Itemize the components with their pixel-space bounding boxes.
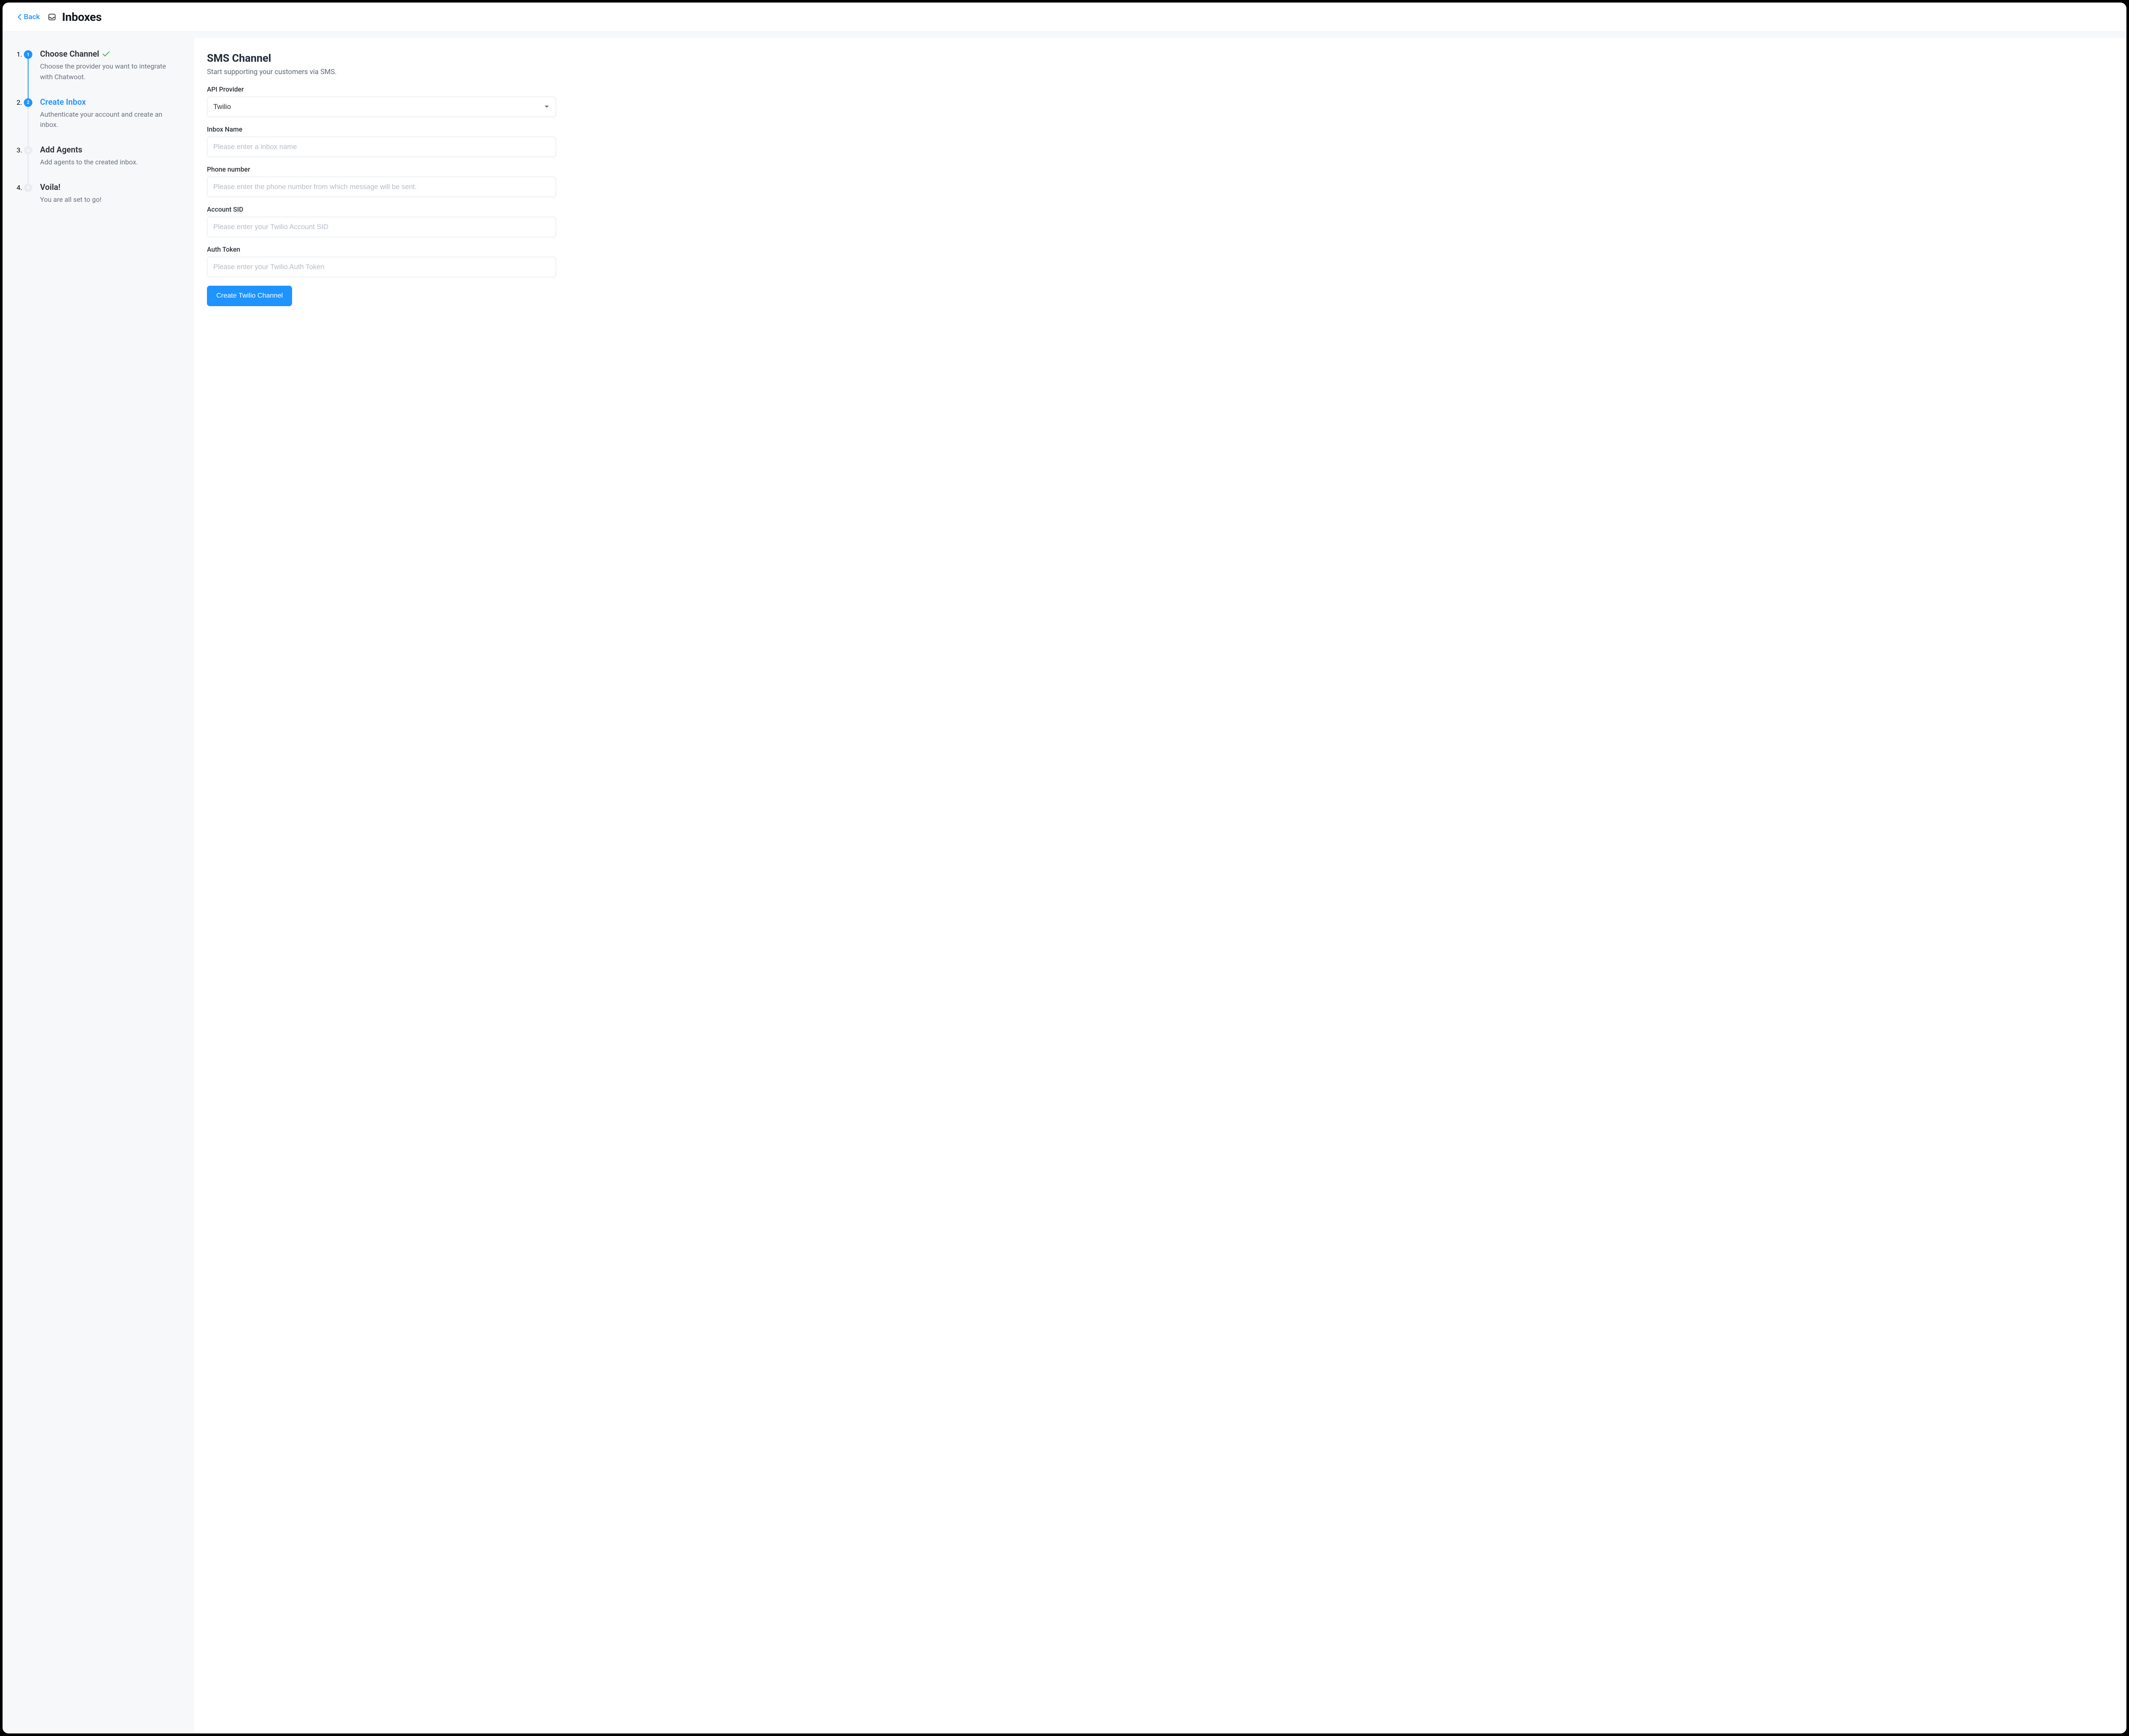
step-create-inbox[interactable]: 2 Create Inbox Authenticate your account… — [24, 97, 177, 145]
step-number-badge: 3 — [24, 146, 32, 155]
page-title: Inboxes — [62, 10, 102, 24]
field-account-sid: Account SID — [207, 206, 556, 237]
channel-form: SMS Channel Start supporting your custom… — [207, 52, 556, 306]
create-channel-button[interactable]: Create Twilio Channel — [207, 286, 292, 306]
field-auth-token: Auth Token — [207, 246, 556, 277]
step-add-agents[interactable]: 3 Add Agents Add agents to the created i… — [24, 145, 177, 182]
step-number-badge: 1 — [24, 50, 32, 59]
api-provider-select[interactable]: Twilio — [207, 97, 556, 117]
account-sid-input[interactable] — [207, 217, 556, 237]
page-body: 1 Choose Channel Choose the provider you… — [3, 32, 2126, 1733]
step-desc: You are all set to go! — [40, 195, 177, 205]
step-title-label: Choose Channel — [40, 49, 99, 59]
auth-token-label: Auth Token — [207, 246, 556, 253]
back-link-label: Back — [24, 13, 40, 21]
wizard-sidebar: 1 Choose Channel Choose the provider you… — [3, 32, 194, 1733]
app-window: Back Inboxes 1 Choose Channel Choose the… — [3, 3, 2126, 1733]
inbox-name-label: Inbox Name — [207, 126, 556, 133]
wizard-steps: 1 Choose Channel Choose the provider you… — [24, 49, 177, 205]
check-icon — [103, 51, 109, 57]
step-number-badge: 2 — [24, 98, 32, 107]
form-title: SMS Channel — [207, 52, 556, 65]
phone-number-label: Phone number — [207, 166, 556, 173]
field-inbox-name: Inbox Name — [207, 126, 556, 157]
account-sid-label: Account SID — [207, 206, 556, 213]
step-desc: Authenticate your account and create an … — [40, 109, 177, 131]
step-choose-channel[interactable]: 1 Choose Channel Choose the provider you… — [24, 49, 177, 97]
phone-number-input[interactable] — [207, 177, 556, 197]
back-link[interactable]: Back — [17, 13, 40, 21]
page-header: Back Inboxes — [3, 3, 2126, 32]
main-panel: SMS Channel Start supporting your custom… — [194, 38, 2126, 1733]
chevron-left-icon — [17, 14, 22, 20]
inbox-icon — [48, 13, 56, 21]
inbox-name-input[interactable] — [207, 137, 556, 157]
step-desc: Choose the provider you want to integrat… — [40, 61, 177, 83]
step-title-label: Create Inbox — [40, 97, 86, 107]
step-number-badge: 4 — [24, 184, 32, 192]
step-desc: Add agents to the created inbox. — [40, 157, 177, 168]
auth-token-input[interactable] — [207, 257, 556, 277]
step-title-label: Voila! — [40, 182, 60, 192]
step-voila[interactable]: 4 Voila! You are all set to go! — [24, 182, 177, 205]
form-subtitle: Start supporting your customers via SMS. — [207, 68, 556, 76]
step-title-label: Add Agents — [40, 145, 82, 155]
api-provider-label: API Provider — [207, 86, 556, 93]
field-api-provider: API Provider Twilio — [207, 86, 556, 117]
field-phone-number: Phone number — [207, 166, 556, 197]
